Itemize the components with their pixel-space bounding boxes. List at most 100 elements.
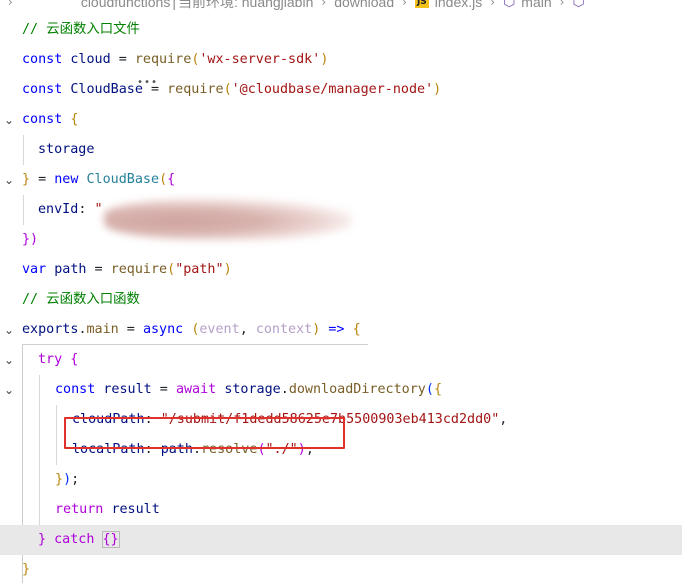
function-name: main: [86, 322, 119, 337]
code-line[interactable]: ⌄ exports.main = async (event, context) …: [0, 315, 682, 345]
bracket: {: [70, 352, 79, 367]
bracket: {: [70, 112, 79, 127]
semicolon: ;: [71, 472, 80, 487]
code-line[interactable]: ⌄ const result = await storage.downloadD…: [0, 375, 682, 405]
code-line[interactable]: ⌄ try {: [0, 345, 682, 375]
identifier: envId: [38, 202, 79, 217]
redacted-region: [104, 198, 352, 240]
comment: // 云函数入口函数: [22, 292, 140, 307]
indent-guide: [39, 405, 40, 435]
indent-guide: [39, 375, 40, 405]
bracket: }: [22, 172, 31, 187]
colon: :: [78, 202, 95, 217]
code-text: });: [55, 465, 79, 495]
identifier: result: [103, 382, 152, 397]
breadcrumb-chevron-left-icon: ›: [8, 0, 13, 9]
fold-chevron-icon[interactable]: ⌄: [0, 315, 18, 345]
bracket: {: [167, 172, 176, 187]
comma: ,: [499, 412, 508, 427]
code-line[interactable]: const CloudBase = require('@cloudbase/ma…: [0, 75, 682, 105]
breadcrumb: › cloudfunctions | 当前环境: huangjiabin › d…: [0, 0, 682, 13]
bracket: {: [433, 382, 442, 397]
chevron-right-icon: ›: [402, 0, 407, 9]
breadcrumb-item-main[interactable]: main: [521, 0, 551, 10]
breadcrumb-item-cloudfunctions[interactable]: cloudfunctions: [81, 0, 171, 10]
string: 'wx-server-sdk': [199, 52, 321, 67]
keyword: async: [142, 322, 184, 337]
identifier: exports: [22, 322, 79, 337]
fold-chevron-icon[interactable]: ⌄: [0, 345, 18, 375]
indent-guide: [56, 435, 57, 465]
code-line-current[interactable]: } catch {}: [0, 525, 682, 555]
function-name: require: [110, 262, 168, 277]
dot: .: [280, 382, 289, 397]
code-text: const {: [22, 105, 78, 135]
bracket: }: [22, 562, 31, 577]
function-name: require: [134, 52, 192, 67]
keyword: catch: [54, 532, 95, 547]
breadcrumb-item-env[interactable]: 当前环境: huangjiabin: [178, 0, 313, 12]
bracket: (: [425, 382, 434, 397]
string: '@cloudbase/manager-node': [231, 82, 434, 97]
operator: =: [110, 52, 135, 67]
code-text: const cloud = require('wx-server-sdk'): [22, 45, 328, 75]
code-line[interactable]: // 云函数入口函数: [0, 285, 682, 315]
bracket: (: [159, 172, 168, 187]
keyword: const: [22, 52, 63, 67]
code-line[interactable]: const cloud = require('wx-server-sdk'): [0, 45, 682, 75]
js-file-icon: JS: [414, 0, 429, 8]
arrow: =>: [320, 322, 353, 337]
code-text: var path = require("path"): [22, 255, 232, 285]
indent-guide: [23, 195, 24, 225]
code-text: return result: [55, 495, 160, 525]
chevron-right-icon: ›: [559, 0, 565, 9]
chevron-right-icon: ›: [490, 0, 496, 9]
code-line[interactable]: });: [0, 465, 682, 495]
code-line[interactable]: return result: [0, 495, 682, 525]
keyword: var: [22, 262, 47, 277]
bracket: }: [38, 532, 47, 547]
indent-guide: [56, 405, 57, 435]
indent-guide: [23, 135, 24, 165]
identifier: CloudBase: [70, 82, 143, 97]
chevron-right-icon: ›: [321, 0, 327, 9]
code-line[interactable]: var path = require("path"): [0, 255, 682, 285]
code-line[interactable]: }: [0, 555, 682, 583]
keyword: try: [38, 352, 63, 367]
comma: ,: [239, 322, 256, 337]
keyword: return: [55, 502, 104, 517]
code-editor[interactable]: // 云函数入口文件 const cloud = require('wx-ser…: [0, 15, 682, 583]
code-text: const CloudBase = require('@cloudbase/ma…: [22, 75, 441, 105]
code-line[interactable]: // 云函数入口文件: [0, 15, 682, 45]
indent-guide: [39, 495, 40, 525]
fold-chevron-icon[interactable]: ⌄: [0, 375, 18, 405]
indent-guide: [39, 465, 40, 495]
breadcrumb-item-download[interactable]: download: [334, 0, 394, 10]
function-name: downloadDirectory: [288, 382, 426, 397]
indent-guide: [39, 435, 40, 465]
code-text: } = new CloudBase({: [22, 165, 175, 195]
bracket: }: [55, 472, 64, 487]
identifier: storage: [224, 382, 281, 397]
keyword: const: [22, 82, 63, 97]
cube-icon: ⬡: [503, 0, 516, 10]
keyword: const: [22, 112, 63, 127]
code-text: try {: [38, 345, 78, 375]
identifier: cloud: [70, 52, 111, 67]
operator: =: [151, 382, 176, 397]
bracket: ): [223, 262, 232, 277]
identifier: result: [111, 502, 160, 517]
operator: =: [86, 262, 111, 277]
code-line[interactable]: ⌄ const {: [0, 105, 682, 135]
bracket: }): [22, 232, 39, 247]
breadcrumb-separator: |: [172, 0, 176, 10]
code-text: const result = await storage.downloadDir…: [55, 375, 442, 405]
breadcrumb-item-indexjs[interactable]: index.js: [435, 0, 482, 10]
fold-chevron-icon[interactable]: ⌄: [0, 105, 18, 135]
code-line[interactable]: ⌄ } = new CloudBase({: [0, 165, 682, 195]
fold-chevron-icon[interactable]: ⌄: [0, 165, 18, 195]
code-text: storage: [38, 135, 94, 165]
bracket: {}: [101, 531, 120, 548]
code-line[interactable]: storage: [0, 135, 682, 165]
comment: // 云函数入口文件: [22, 22, 140, 37]
